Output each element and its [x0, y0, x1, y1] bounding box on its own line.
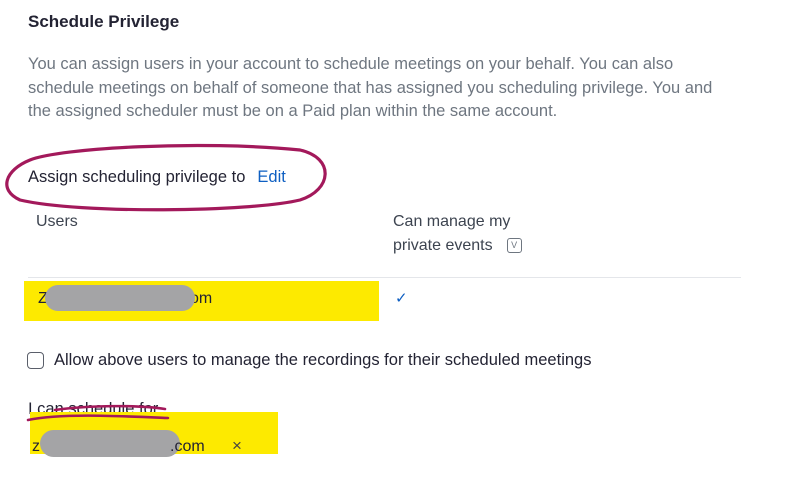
column-header-private-line2: private events	[393, 237, 493, 254]
chip-email-start: z	[32, 438, 40, 455]
edit-link[interactable]: Edit	[257, 168, 285, 186]
chip-email-end: .com	[170, 438, 205, 455]
recordings-label: Allow above users to manage the recordin…	[54, 351, 592, 369]
column-header-users: Users	[36, 213, 78, 230]
column-header-private-line1: Can manage my	[393, 213, 511, 230]
info-icon[interactable]: V	[506, 238, 522, 254]
assign-privilege-label: Assign scheduling privilege to	[28, 168, 246, 186]
redaction-blur	[40, 430, 180, 457]
recordings-option[interactable]: Allow above users to manage the recordin…	[27, 351, 591, 370]
section-title: Schedule Privilege	[28, 12, 180, 31]
checkmark-icon: ✓	[395, 290, 408, 307]
remove-chip-icon[interactable]: ×	[232, 436, 242, 456]
section-description: You can assign users in your account to …	[28, 55, 713, 120]
assign-privilege-row: Assign scheduling privilege to Edit	[28, 168, 286, 187]
table-divider	[28, 277, 741, 278]
recordings-checkbox[interactable]	[27, 352, 44, 369]
column-header-private-events: Can manage my private events V	[393, 210, 573, 258]
redaction-blur	[140, 287, 192, 309]
